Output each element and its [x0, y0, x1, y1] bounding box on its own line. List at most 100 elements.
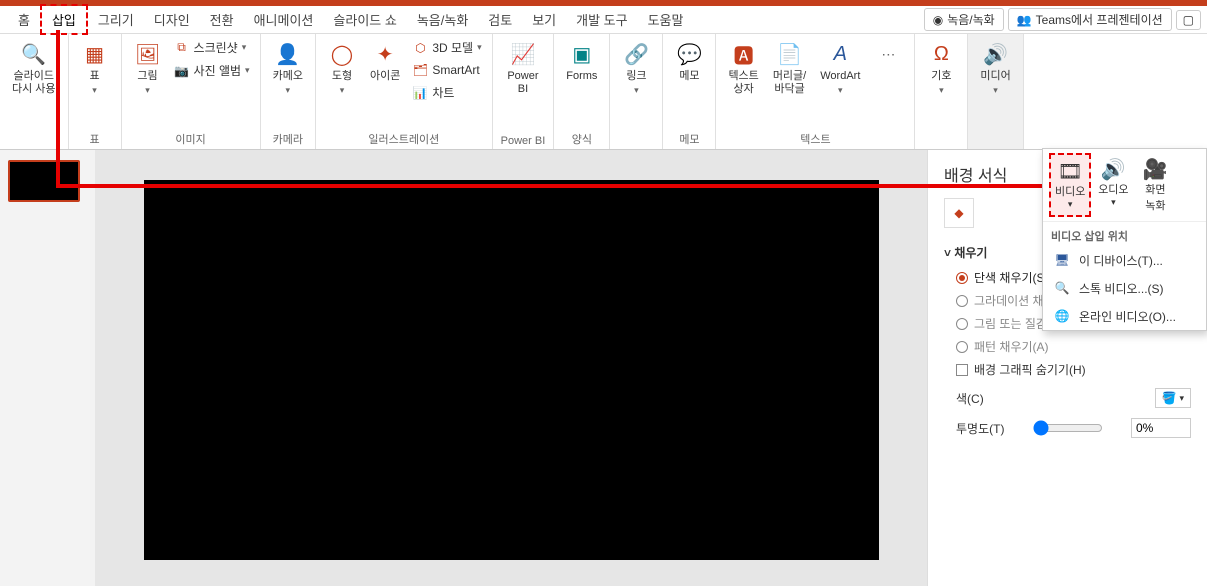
- tab-record[interactable]: 녹음/녹화: [407, 6, 478, 33]
- collapse-ribbon-button[interactable]: ▢: [1176, 10, 1201, 30]
- group-memo: 💬메모 메모: [663, 34, 716, 149]
- ellipsis-icon: ⋯: [874, 40, 902, 68]
- screen-record-button[interactable]: 🎥화면 녹화: [1135, 153, 1175, 217]
- tab-review[interactable]: 검토: [478, 6, 522, 33]
- globe-icon: 🌐: [1053, 307, 1071, 325]
- thumbnail-pane[interactable]: [0, 150, 95, 586]
- group-table: ▦표▾ 표: [69, 34, 122, 149]
- 3d-model-icon: ⬡: [412, 40, 428, 56]
- color-picker-button[interactable]: 🪣▾: [1155, 388, 1191, 408]
- link-label: 링크: [626, 70, 646, 83]
- tab-dev[interactable]: 개발 도구: [566, 6, 637, 33]
- cameo-icon: 👤: [274, 40, 302, 68]
- symbol-button[interactable]: Ω기호▾: [923, 38, 959, 98]
- tab-animation[interactable]: 애니메이션: [244, 6, 324, 33]
- table-icon: ▦: [81, 40, 109, 68]
- this-device-item[interactable]: 🖥이 디바이스(T)...: [1043, 246, 1206, 274]
- link-button[interactable]: 🔗링크▾: [618, 38, 654, 98]
- table-button[interactable]: ▦표▾: [77, 38, 113, 98]
- online-video-item[interactable]: 🌐 온라인 비디오(O)...: [1043, 302, 1206, 330]
- slide-thumbnail[interactable]: [8, 160, 80, 202]
- teams-present-button[interactable]: 👥Teams에서 프레젠테이션: [1008, 8, 1172, 31]
- slide-canvas[interactable]: [144, 180, 879, 560]
- headerfooter-button[interactable]: 📄머리글/ 바닥글: [769, 38, 810, 98]
- smartart-button[interactable]: 🗂 SmartArt: [410, 61, 483, 79]
- chevron-down-icon: ▾: [242, 42, 247, 53]
- forms-button[interactable]: ▣Forms: [562, 38, 601, 85]
- screenshot-icon: ⧉: [174, 40, 190, 56]
- wordart-button[interactable]: AWordArt▾: [816, 38, 864, 98]
- paint-bucket-icon: 🪣: [1162, 391, 1177, 405]
- tab-insert[interactable]: 삽입: [40, 4, 88, 35]
- hide-bg-checkbox[interactable]: 배경 그래픽 숨기기(H): [956, 361, 1191, 378]
- ribbon: 🔍슬라이드 다시 사용 슬라이드 ▦표▾ 표 🖼그림▾ ⧉스크린샷 ▾ 📷사진 …: [0, 34, 1207, 150]
- stock-icon: 🔍: [1053, 279, 1071, 297]
- record-button[interactable]: ◉녹음/녹화: [924, 8, 1004, 31]
- radio-icon: [956, 318, 968, 330]
- hide-bg-label: 배경 그래픽 숨기기(H): [974, 361, 1086, 378]
- transparency-slider[interactable]: [1033, 420, 1103, 436]
- stock-video-label: 스톡 비디오...(S): [1079, 280, 1164, 297]
- headerfooter-label: 머리글/ 바닥글: [773, 70, 806, 96]
- video-button[interactable]: 🎞비디오▾: [1049, 153, 1091, 217]
- reuse-slide-button[interactable]: 🔍슬라이드 다시 사용: [8, 38, 60, 98]
- tab-slideshow[interactable]: 슬라이드 쇼: [323, 6, 406, 33]
- forms-icon: ▣: [568, 40, 596, 68]
- stock-video-item[interactable]: 🔍 스톡 비디오...(S): [1043, 274, 1206, 302]
- radio-icon: [956, 272, 968, 284]
- radio-icon: [956, 295, 968, 307]
- screen-record-label: 화면 녹화: [1145, 181, 1165, 213]
- group-slide: 🔍슬라이드 다시 사용 슬라이드: [0, 34, 69, 149]
- tab-transition[interactable]: 전환: [200, 6, 244, 33]
- memo-button[interactable]: 💬메모: [671, 38, 707, 85]
- group-forms-label: 양식: [572, 128, 592, 147]
- powerbi-button[interactable]: 📈Power BI: [503, 38, 542, 98]
- chevron-down-icon: ▾: [634, 85, 639, 96]
- tab-help[interactable]: 도움말: [638, 6, 694, 33]
- cameo-button[interactable]: 👤카메오▾: [269, 38, 307, 98]
- tab-home[interactable]: 홈: [8, 6, 40, 33]
- chart-button[interactable]: 📊차트: [410, 83, 483, 102]
- audio-button[interactable]: 🔊오디오▾: [1093, 153, 1133, 217]
- slide-editor[interactable]: [95, 150, 927, 586]
- pattern-fill-label: 패턴 채우기(A): [974, 338, 1049, 355]
- chevron-down-icon: ▾: [993, 85, 998, 96]
- textbox-button[interactable]: 🅰텍스트 상자: [724, 38, 762, 98]
- memo-icon: 💬: [675, 40, 703, 68]
- group-image-label: 이미지: [175, 128, 205, 147]
- photo-album-button[interactable]: 📷사진 앨범 ▾: [172, 61, 252, 80]
- reuse-slide-label: 슬라이드 다시 사용: [12, 70, 56, 96]
- radio-icon: [956, 341, 968, 353]
- screenshot-button[interactable]: ⧉스크린샷 ▾: [172, 38, 252, 57]
- powerbi-icon: 📈: [509, 40, 537, 68]
- tab-view[interactable]: 보기: [522, 6, 566, 33]
- transparency-input[interactable]: [1131, 418, 1191, 438]
- symbol-icon: Ω: [927, 40, 955, 68]
- video-icon: 🎞: [1057, 159, 1082, 183]
- media-label: 미디어: [980, 70, 1010, 83]
- speaker-icon: 🔊: [982, 40, 1010, 68]
- record-label: 녹음/녹화: [947, 11, 995, 28]
- group-text: 🅰텍스트 상자 📄머리글/ 바닥글 AWordArt▾ ⋯ 텍스트: [716, 34, 915, 149]
- tab-draw[interactable]: 그리기: [88, 6, 144, 33]
- reuse-slide-icon: 🔍: [20, 40, 48, 68]
- picture-button[interactable]: 🖼그림▾: [130, 38, 166, 98]
- shapes-button[interactable]: ◯도형▾: [324, 38, 360, 98]
- fill-tab-icon[interactable]: ◆: [944, 198, 974, 228]
- smartart-icon: 🗂: [412, 62, 428, 78]
- chart-icon: 📊: [412, 85, 428, 101]
- media-button[interactable]: 🔊 미디어 ▾: [976, 38, 1014, 98]
- checkbox-icon: [956, 364, 968, 376]
- picture-icon: 🖼: [134, 40, 162, 68]
- media-flyout: 🎞비디오▾ 🔊오디오▾ 🎥화면 녹화 비디오 삽입 위치 🖥이 디바이스(T).…: [1042, 148, 1207, 331]
- tab-design[interactable]: 디자인: [144, 6, 200, 33]
- textbox-icon: 🅰: [730, 40, 758, 68]
- smartart-label: SmartArt: [432, 63, 479, 77]
- text-more-button[interactable]: ⋯: [870, 38, 906, 70]
- pattern-fill-radio[interactable]: 패턴 채우기(A): [956, 338, 1191, 355]
- 3d-model-button[interactable]: ⬡3D 모델 ▾: [410, 38, 483, 57]
- flyout-title: 비디오 삽입 위치: [1043, 221, 1206, 246]
- icons-button[interactable]: ✦아이콘: [366, 38, 404, 85]
- group-forms: ▣Forms 양식: [554, 34, 610, 149]
- online-video-label: 온라인 비디오(O)...: [1079, 308, 1176, 325]
